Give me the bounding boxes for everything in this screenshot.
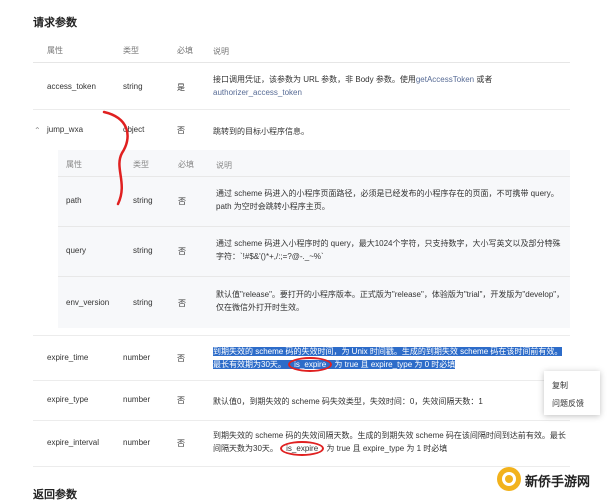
param-type: number	[123, 438, 151, 447]
param-desc: 到期失效的 scheme 码的失效时间，为 Unix 时间戳。生成的到期失效 s…	[213, 345, 568, 372]
param-required: 否	[178, 197, 186, 206]
table-row: expire_type number 否 默认值0，到期失效的 scheme 码…	[33, 380, 570, 421]
get-access-token-link[interactable]: getAccessToken	[416, 75, 474, 84]
param-required: 是	[177, 83, 185, 92]
param-name: access_token	[47, 82, 96, 91]
param-type: string	[133, 298, 153, 307]
param-name: expire_type	[47, 395, 89, 404]
param-desc: 默认值0，到期失效的 scheme 码失效类型，失效时间：0，失效间隔天数：1	[213, 397, 483, 406]
param-required: 否	[177, 126, 185, 135]
sub-header-desc: 说明	[216, 161, 232, 170]
table-row: query string 否 通过 scheme 码进入小程序时的 query，…	[58, 226, 570, 277]
param-required: 否	[178, 247, 186, 256]
table-row: access_token string 是 接口调用凭证，该参数为 URL 参数…	[33, 63, 570, 110]
param-type: string	[133, 246, 153, 255]
is-expire-badge: is_expire	[288, 357, 333, 372]
param-desc: 通过 scheme 码进入小程序时的 query，最大1024个字符，只支持数字…	[216, 239, 561, 261]
menu-item-feedback[interactable]: 问题反馈	[552, 398, 584, 409]
selected-text[interactable]: 到期失效的 scheme 码的失效时间，为 Unix 时间戳。生成的到期失效 s…	[213, 347, 563, 372]
is-expire-badge: is_expire	[280, 441, 325, 456]
param-required: 否	[177, 439, 185, 448]
red-annotation-stroke	[102, 110, 129, 206]
sub-header-required: 必填	[178, 160, 194, 169]
header-type: 类型	[123, 46, 139, 55]
table-row: expire_interval number 否 到期失效的 scheme 码的…	[33, 420, 570, 467]
param-type: number	[123, 353, 151, 362]
param-type: string	[123, 82, 143, 91]
param-desc: 默认值"release"。要打开的小程序版本。正式版为"release"，体验版…	[216, 290, 565, 312]
header-desc: 说明	[213, 47, 229, 56]
authorizer-access-token-link[interactable]: authorizer_access_token	[213, 88, 302, 97]
param-name: query	[66, 246, 87, 255]
menu-item-copy[interactable]: 复制	[552, 380, 568, 391]
param-name[interactable]: jump_wxa	[47, 125, 83, 134]
table-row: expire_time number 否 到期失效的 scheme 码的失效时间…	[33, 336, 570, 381]
context-menu: 复制 问题反馈	[544, 371, 600, 415]
watermark-text: 新侨手游网	[525, 474, 591, 489]
param-desc: 跳转到的目标小程序信息。	[213, 127, 309, 136]
watermark-icon	[497, 467, 521, 491]
collapse-chevron-icon[interactable]: ⌃	[34, 126, 41, 135]
param-desc: 接口调用凭证，该参数为 URL 参数，非 Body 参数。使用getAccess…	[213, 75, 493, 97]
request-params-heading: 请求参数	[33, 17, 77, 29]
param-desc: 到期失效的 scheme 码的失效间隔天数。生成的到期失效 scheme 码在该…	[213, 429, 568, 456]
param-required: 否	[177, 396, 185, 405]
watermark-logo: 新侨手游网	[496, 464, 608, 494]
param-name: path	[66, 196, 82, 205]
param-name: env_version	[66, 298, 110, 307]
header-attr: 属性	[47, 46, 63, 55]
param-required: 否	[178, 299, 186, 308]
param-name: expire_time	[47, 353, 89, 362]
param-name: expire_interval	[47, 438, 100, 447]
param-desc: 通过 scheme 码进入的小程序页面路径，必须是已经发布的小程序存在的页面，不…	[216, 189, 559, 211]
table-row: env_version string 否 默认值"release"。要打开的小程…	[58, 276, 570, 328]
table-header: 属性 类型 必填 说明	[33, 38, 570, 63]
sub-header-attr: 属性	[66, 160, 82, 169]
param-required: 否	[177, 354, 185, 363]
param-type: number	[123, 395, 151, 404]
header-required: 必填	[177, 46, 193, 55]
